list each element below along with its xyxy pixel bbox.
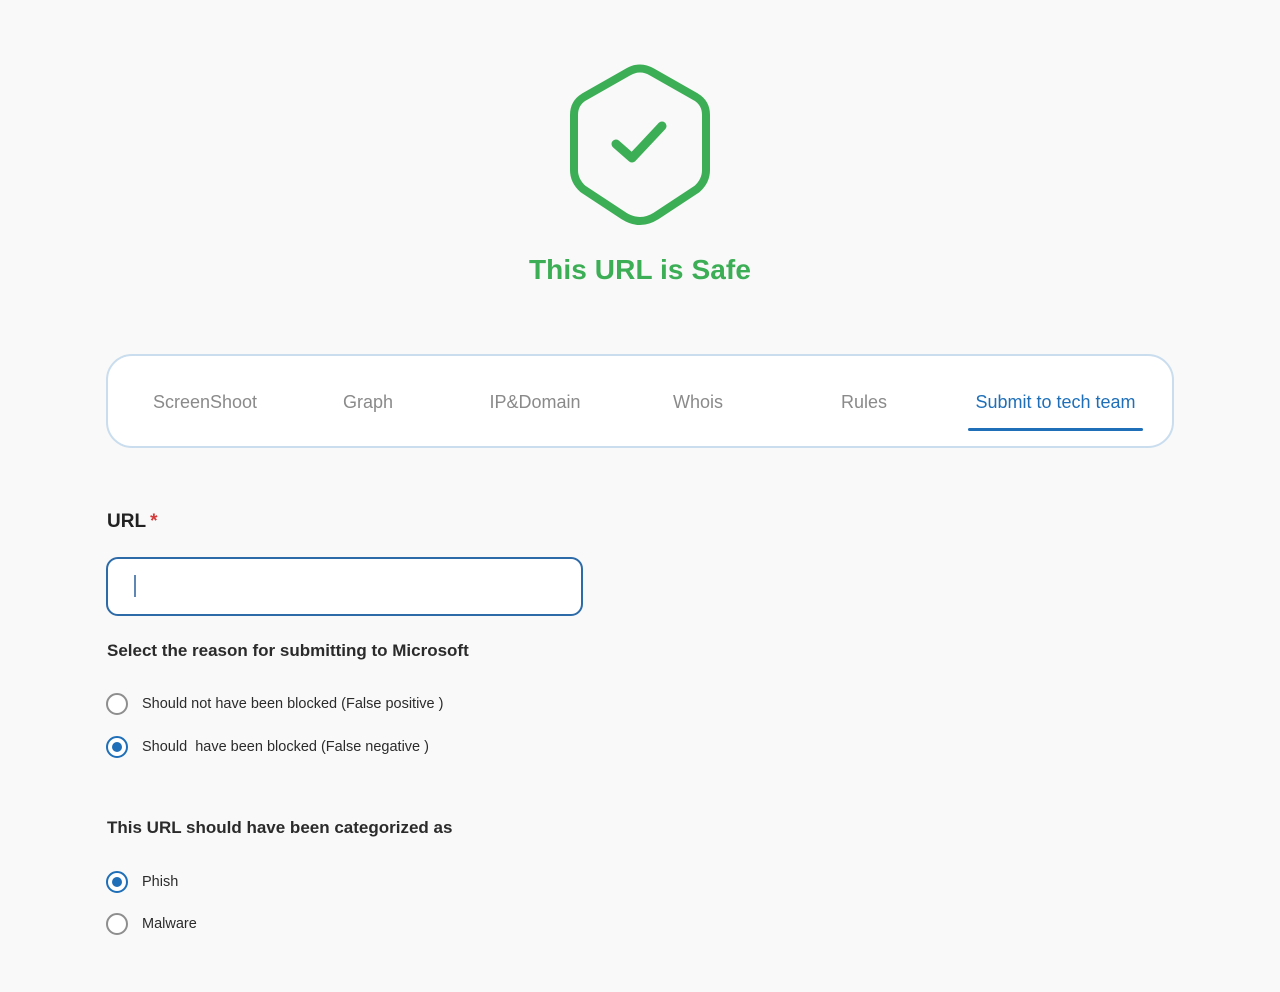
reason-false-positive-label: Should not have been blocked (False posi… [142,696,444,712]
tab-graph[interactable]: Graph [308,356,428,446]
category-phish-label: Phish [142,874,179,890]
radio-unchecked-icon[interactable] [106,693,128,715]
url-field-label: URL * [107,511,157,533]
category-malware-label: Malware [142,916,197,932]
active-tab-indicator [968,428,1143,431]
url-label-text: URL [107,511,147,532]
reason-false-negative-label: Should have been blocked (False negative… [142,739,429,755]
tab-ip-domain[interactable]: IP&Domain [470,356,600,446]
tab-submit-to-tech-team[interactable]: Submit to tech team [958,356,1153,446]
tab-whois[interactable]: Whois [638,356,758,446]
reason-false-negative-option[interactable]: Should have been blocked (False negative… [106,735,429,759]
category-malware-option[interactable]: Malware [106,912,197,936]
shield-check-icon [570,64,710,225]
page: This URL is Safe ScreenShoot Graph IP&Do… [0,0,1280,992]
tab-bar: ScreenShoot Graph IP&Domain Whois Rules … [106,354,1174,448]
tab-rules[interactable]: Rules [804,356,924,446]
radio-unchecked-icon[interactable] [106,913,128,935]
category-section-title: This URL should have been categorized as [107,818,453,837]
radio-checked-icon[interactable] [106,736,128,758]
reason-section-title: Select the reason for submitting to Micr… [107,641,469,660]
category-phish-option[interactable]: Phish [106,870,178,894]
text-cursor [134,575,136,597]
required-marker: * [150,511,158,532]
url-input[interactable] [106,557,583,616]
radio-checked-icon[interactable] [106,871,128,893]
tab-screenshoot[interactable]: ScreenShoot [130,356,280,446]
status-title: This URL is Safe [528,254,752,285]
reason-false-positive-option[interactable]: Should not have been blocked (False posi… [106,692,443,716]
